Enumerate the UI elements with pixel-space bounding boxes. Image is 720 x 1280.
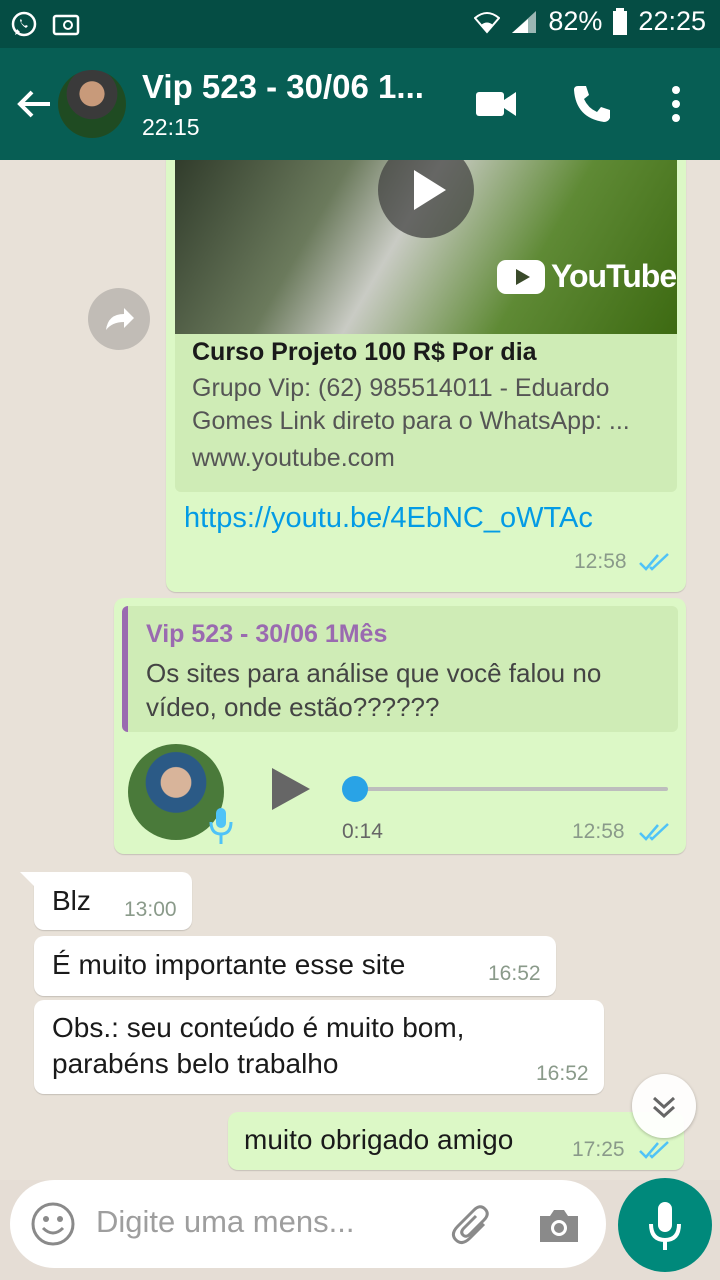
voice-duration: 0:14 [342, 820, 383, 843]
message-text: É muito importante esse site [52, 949, 406, 980]
voice-progress-knob[interactable] [342, 776, 368, 802]
attach-icon[interactable] [450, 1202, 496, 1248]
quoted-message[interactable]: Vip 523 - 30/06 1Mês Os sites para análi… [122, 606, 678, 732]
voice-call-icon[interactable] [570, 82, 614, 126]
camera-icon[interactable] [536, 1202, 582, 1248]
incoming-message-bubble[interactable]: É muito importante esse site 16:52 [34, 936, 556, 996]
message-time: 12:58 [574, 550, 627, 573]
message-text-line1: Obs.: seu conteúdo é muito bom, [52, 1012, 465, 1043]
chat-title[interactable]: Vip 523 - 30/06 1... [142, 68, 424, 106]
voicemail-notification-icon [52, 14, 80, 36]
scroll-to-bottom-button[interactable] [632, 1074, 696, 1138]
voice-message-bubble[interactable]: Vip 523 - 30/06 1Mês Os sites para análi… [114, 598, 686, 854]
last-seen: 22:15 [142, 114, 200, 140]
quoted-author: Vip 523 - 30/06 1Mês [146, 620, 388, 648]
outgoing-message-bubble[interactable]: muito obrigado amigo 17:25 [228, 1112, 684, 1170]
link-url[interactable]: https://youtu.be/4EbNC_oWTAc [184, 502, 593, 535]
chat-header: Vip 523 - 30/06 1... 22:15 [0, 48, 720, 160]
message-time: 16:52 [536, 1062, 589, 1085]
link-message-bubble[interactable]: YouTube Curso Projeto 100 R$ Por dia Gru… [166, 160, 686, 592]
link-description: Grupo Vip: (62) 985514011 - Eduardo Gome… [192, 374, 630, 435]
read-receipt-icon [639, 1141, 669, 1159]
whatsapp-notification-icon [11, 11, 37, 37]
video-thumbnail[interactable]: YouTube [175, 160, 677, 334]
message-time: 12:58 [572, 820, 625, 843]
quoted-text: Os sites para análise que você falou no … [146, 658, 602, 722]
message-text: muito obrigado amigo [244, 1124, 514, 1155]
youtube-logo: YouTube [497, 258, 677, 295]
emoji-icon[interactable] [30, 1201, 76, 1247]
mic-badge-icon [209, 808, 233, 844]
voice-play-icon[interactable] [266, 764, 316, 814]
message-time: 16:52 [488, 962, 541, 985]
message-text-line2: parabéns belo trabalho [52, 1048, 339, 1079]
incoming-message-bubble[interactable]: Blz 13:00 [34, 872, 192, 930]
forward-icon [106, 308, 134, 330]
battery-icon [613, 7, 628, 35]
more-options-icon[interactable] [654, 82, 698, 126]
link-preview-card[interactable]: YouTube Curso Projeto 100 R$ Por dia Gru… [175, 160, 677, 492]
play-button[interactable] [378, 160, 474, 238]
message-time: 13:00 [124, 898, 177, 921]
wifi-icon [474, 11, 501, 34]
link-title: Curso Projeto 100 R$ Por dia [192, 338, 537, 366]
youtube-label: YouTube [551, 258, 677, 294]
read-receipt-icon [639, 823, 669, 841]
forward-button[interactable] [88, 288, 150, 350]
bubble-tail [20, 872, 36, 888]
signal-icon [512, 10, 537, 33]
status-bar: 82% 22:25 [0, 0, 720, 48]
message-composer[interactable]: Digite uma mens... [10, 1180, 606, 1268]
message-time: 17:25 [572, 1138, 625, 1161]
voice-progress-track[interactable] [344, 787, 668, 791]
youtube-play-icon [497, 259, 545, 294]
double-chevron-down-icon [652, 1096, 676, 1119]
video-call-icon[interactable] [474, 82, 518, 126]
message-text: Blz [52, 885, 91, 916]
microphone-icon [649, 1202, 681, 1250]
battery-level: 82% [548, 6, 603, 36]
incoming-message-bubble[interactable]: Obs.: seu conteúdo é muito bom, parabéns… [34, 1000, 604, 1094]
play-icon [414, 170, 446, 210]
contact-avatar[interactable] [58, 70, 126, 138]
chat-area[interactable]: YouTube Curso Projeto 100 R$ Por dia Gru… [0, 160, 720, 1180]
back-arrow-icon[interactable] [14, 84, 54, 124]
link-domain: www.youtube.com [192, 444, 395, 472]
message-input[interactable]: Digite uma mens... [96, 1204, 354, 1240]
read-receipt-icon [639, 553, 669, 571]
clock: 22:25 [638, 6, 706, 36]
voice-record-button[interactable] [618, 1178, 712, 1272]
